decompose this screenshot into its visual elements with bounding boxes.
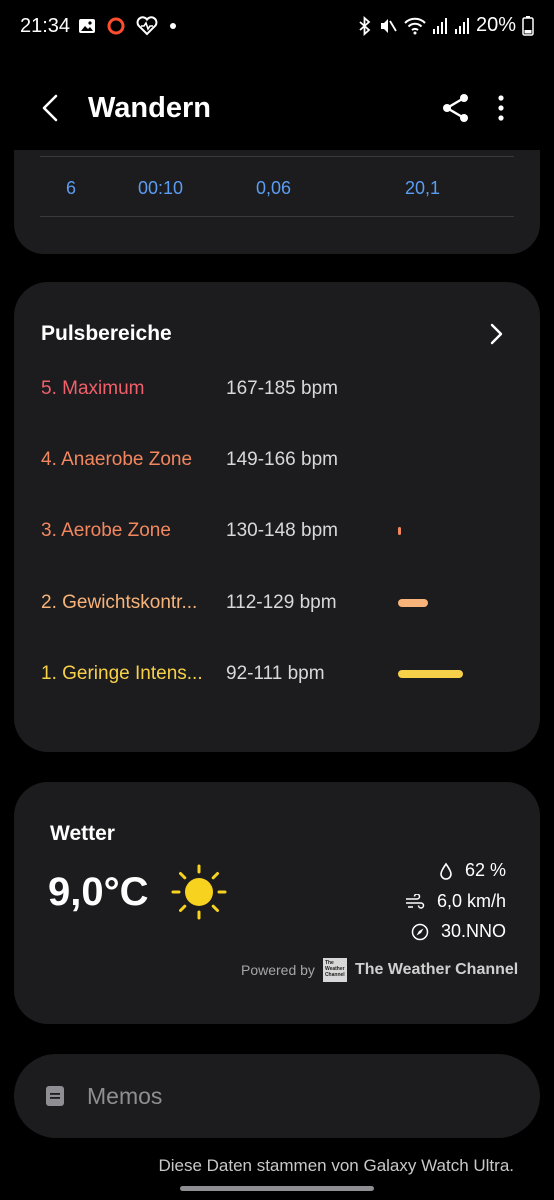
wifi-icon bbox=[404, 16, 426, 36]
gallery-icon bbox=[78, 17, 96, 35]
lap-time: 00:10 bbox=[138, 178, 184, 198]
weather-attribution: Powered by The Weather Channel The Weath… bbox=[241, 958, 518, 982]
signal-icon-1 bbox=[432, 17, 448, 35]
wind-speed-row: 6,0 km/h bbox=[405, 891, 506, 912]
card-title: Pulsbereiche bbox=[41, 322, 172, 345]
memos-label: Memos bbox=[87, 1083, 163, 1109]
compass-icon bbox=[411, 923, 429, 940]
sunny-icon bbox=[169, 862, 229, 922]
wind-speed-value: 6,0 km/h bbox=[436, 891, 506, 911]
lap-speed: 20,1 bbox=[405, 178, 441, 198]
status-bar: 21:34 20% bbox=[0, 0, 554, 52]
share-icon bbox=[443, 94, 468, 122]
divider bbox=[40, 216, 514, 217]
weather-channel-logo: The Weather Channel bbox=[322, 958, 347, 982]
zone-name: 2. Gewichtskontr... bbox=[41, 592, 198, 613]
lap-number: 6 bbox=[66, 178, 77, 198]
zone-name: 3. Aerobe Zone bbox=[41, 520, 171, 541]
system-status: 20% bbox=[358, 14, 534, 37]
chevron-right-icon bbox=[490, 323, 503, 345]
zone-row-5: 5. Maximum 167-185 bpm bbox=[41, 378, 521, 408]
memo-icon bbox=[46, 1086, 64, 1106]
heart-rate-zones-card[interactable]: Pulsbereiche 5. Maximum 167-185 bpm 4. A… bbox=[14, 282, 540, 752]
home-indicator[interactable] bbox=[180, 1186, 374, 1191]
wind-direction-row: 30.NNO bbox=[411, 921, 506, 942]
more-vertical-icon bbox=[498, 95, 504, 121]
zone-name: 1. Geringe Intens... bbox=[41, 663, 203, 684]
back-button[interactable] bbox=[32, 88, 72, 128]
zone-name: 5. Maximum bbox=[41, 378, 145, 399]
bluetooth-icon bbox=[358, 15, 372, 36]
humidity-value: 62 % bbox=[464, 860, 506, 880]
notification-icons bbox=[78, 16, 178, 36]
memos-button[interactable]: Memos bbox=[14, 1054, 540, 1138]
zone-row-4: 4. Anaerobe Zone 149-166 bpm bbox=[41, 449, 521, 479]
app-bar: Wandern bbox=[0, 70, 554, 148]
data-source-note: Diese Daten stammen von Galaxy Watch Ult… bbox=[158, 1156, 514, 1175]
weather-card: Wetter 9,0°C 62 % 6,0 km/h 30.NNO Powere… bbox=[14, 782, 540, 1024]
back-arrow-icon bbox=[42, 94, 58, 122]
zone-range: 130-148 bpm bbox=[226, 520, 338, 541]
zone-row-1: 1. Geringe Intens... 92-111 bpm bbox=[41, 663, 521, 693]
battery-percent: 20% bbox=[475, 14, 516, 36]
share-button[interactable] bbox=[438, 90, 474, 126]
health-icon bbox=[136, 16, 158, 36]
zone-name: 4. Anaerobe Zone bbox=[41, 449, 193, 470]
zone-bar bbox=[398, 599, 428, 607]
zone-row-2: 2. Gewichtskontr... 112-129 bpm bbox=[41, 592, 521, 622]
signal-icon-2 bbox=[454, 17, 470, 35]
zone-range: 92-111 bpm bbox=[226, 663, 325, 684]
open-zones-button[interactable] bbox=[482, 320, 510, 348]
dot-icon bbox=[168, 21, 178, 31]
zone-range: 149-166 bpm bbox=[226, 449, 338, 470]
card-title: Wetter bbox=[50, 822, 115, 845]
lap-distance: 0,06 bbox=[256, 178, 292, 198]
water-drop-icon bbox=[440, 862, 452, 880]
laps-card: 6 00:10 0,06 20,1 bbox=[14, 150, 540, 254]
temperature: 9,0°C bbox=[48, 870, 149, 914]
divider bbox=[40, 156, 514, 157]
more-options-button[interactable] bbox=[486, 90, 516, 126]
zone-range: 112-129 bpm bbox=[226, 592, 337, 613]
zone-row-3: 3. Aerobe Zone 130-148 bpm bbox=[41, 520, 521, 550]
zone-bar bbox=[398, 527, 401, 535]
powered-by-label: Powered by bbox=[241, 962, 315, 978]
status-time: 21:34 bbox=[20, 15, 71, 37]
page-title: Wandern bbox=[88, 92, 211, 124]
mute-icon bbox=[378, 16, 398, 36]
wind-direction-value: 30.NNO bbox=[440, 921, 506, 941]
zone-bar bbox=[398, 670, 463, 678]
zone-range: 167-185 bpm bbox=[226, 378, 338, 399]
ring-icon bbox=[106, 16, 126, 36]
humidity-row: 62 % bbox=[439, 860, 506, 881]
wind-icon bbox=[405, 893, 425, 909]
weather-provider-name: The Weather Channel bbox=[354, 961, 519, 978]
battery-icon bbox=[522, 15, 534, 36]
